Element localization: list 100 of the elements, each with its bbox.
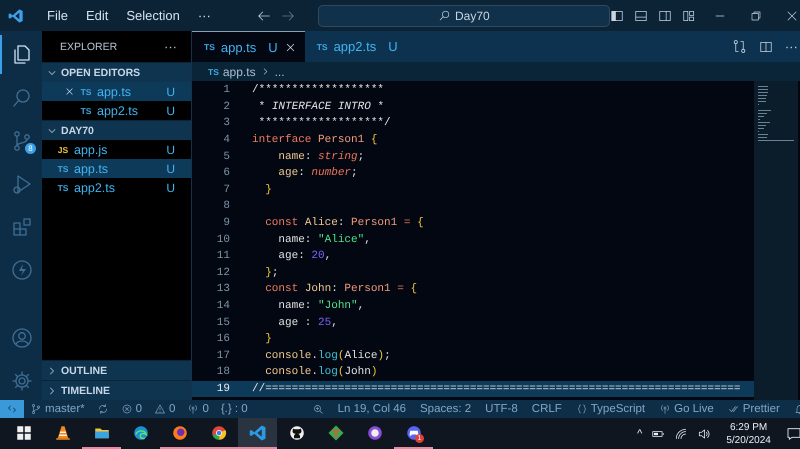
- file-name[interactable]: app.js: [74, 142, 162, 156]
- more-actions-button[interactable]: ···: [164, 39, 177, 54]
- status-item[interactable]: 0: [148, 400, 182, 418]
- untracked-status: U: [166, 84, 175, 98]
- editor-tab[interactable]: TS app.ts U: [192, 31, 305, 62]
- line-number: 18: [216, 366, 230, 378]
- notification-icon[interactable]: [786, 426, 800, 442]
- remote-icon: [6, 403, 18, 415]
- clock[interactable]: 6:29 PM 5/20/2024: [726, 420, 771, 446]
- file-row[interactable]: TS app.ts U: [42, 82, 191, 101]
- line-number: 14: [216, 300, 230, 312]
- status-item[interactable]: 0: [181, 400, 215, 418]
- line-number: 5: [222, 150, 230, 163]
- code-line: *******************/: [258, 117, 391, 130]
- gamepad-icon: [404, 424, 422, 442]
- file-type-icon: JS: [56, 144, 70, 154]
- code-line: age: 20,: [277, 250, 332, 262]
- code-line: //========================================================================: [252, 382, 740, 395]
- sidebar-title: EXPLORER: [60, 40, 118, 52]
- status-item[interactable]: master*: [24, 400, 91, 418]
- line-number: 15: [216, 316, 230, 329]
- code-line: /*******************: [252, 84, 384, 96]
- editor-tab[interactable]: TS app2.ts U: [304, 31, 425, 62]
- status-item[interactable]: 0: [114, 400, 148, 418]
- status-item[interactable]: Prettier: [722, 400, 786, 418]
- code-line: * INTERFACE INTRO *: [258, 100, 384, 113]
- file-row[interactable]: TS app2.ts U: [42, 178, 191, 197]
- untracked-status: U: [166, 180, 175, 194]
- file-row[interactable]: TS app.ts U: [42, 159, 191, 178]
- code-line: name: "Alice",: [277, 234, 371, 246]
- status-item[interactable]: Spaces: 2: [414, 400, 478, 418]
- split-editor-icon[interactable]: [758, 40, 773, 54]
- toggle-secondary-sidebar-icon[interactable]: [658, 8, 672, 22]
- file-type-icon: TS: [208, 66, 219, 76]
- layout-icon[interactable]: [682, 8, 696, 22]
- section-header[interactable]: OUTLINE: [42, 360, 191, 380]
- broadcast-icon: [659, 403, 672, 415]
- menu-item[interactable]: Edit: [76, 5, 118, 26]
- more-actions-button[interactable]: ···: [784, 39, 798, 54]
- compare-changes-icon[interactable]: [732, 39, 747, 54]
- line-number: 3: [222, 117, 230, 130]
- status-item[interactable]: Go Live: [653, 400, 720, 418]
- file-row[interactable]: TS app2.ts U: [42, 101, 191, 120]
- status-item[interactable]: CRLF: [526, 400, 568, 418]
- toggle-sidebar-icon[interactable]: [610, 8, 624, 22]
- code-line: const John: Person1 = {: [264, 283, 418, 296]
- section-header[interactable]: TIMELINE: [42, 380, 191, 400]
- file-name[interactable]: app2.ts: [74, 180, 162, 194]
- lightning-icon[interactable]: [10, 258, 34, 282]
- code-line: name: string;: [277, 150, 364, 163]
- code-line: const Alice: Person1 = {: [264, 217, 424, 230]
- line-number: 1: [222, 84, 230, 96]
- show-hidden-icons-button[interactable]: ^: [637, 428, 642, 440]
- cat-icon: [288, 424, 306, 442]
- status-item[interactable]: Ln 19, Col 46: [332, 400, 412, 418]
- status-item[interactable]: {.} : 0: [214, 400, 254, 418]
- toggle-panel-icon[interactable]: [634, 8, 648, 22]
- file-type-icon: TS: [56, 164, 70, 174]
- wifi-icon[interactable]: [674, 426, 688, 440]
- file-type-icon: TS: [79, 106, 93, 116]
- line-number: 7: [222, 184, 230, 196]
- cat-icon: [366, 424, 384, 442]
- line-number: 11: [216, 250, 230, 262]
- menu-item[interactable]: ···: [188, 5, 220, 26]
- count-badge: 8: [25, 143, 36, 154]
- breadcrumb-item[interactable]: ...: [274, 64, 285, 78]
- menu-item[interactable]: File: [38, 5, 77, 26]
- browser-icon: [210, 424, 228, 442]
- line-number: 19: [216, 382, 230, 395]
- file-name[interactable]: app.ts: [97, 84, 162, 98]
- browser-icon: [132, 424, 150, 442]
- account-icon[interactable]: [10, 326, 34, 350]
- volume-icon[interactable]: [697, 426, 712, 440]
- search-icon: [438, 9, 451, 22]
- line-number: 10: [216, 234, 230, 246]
- line-number: 17: [216, 350, 230, 362]
- command-search-field[interactable]: Day70: [318, 4, 610, 26]
- breadcrumb-item[interactable]: app.ts: [222, 64, 256, 78]
- zoom-icon: [312, 403, 324, 415]
- untracked-status: U: [166, 162, 175, 176]
- file-type-icon: TS: [56, 182, 70, 192]
- line-number: 6: [222, 167, 230, 180]
- code-line: console.log(Alice);: [264, 350, 391, 362]
- broadcast-icon: [187, 403, 200, 415]
- settings-icon[interactable]: [10, 368, 34, 392]
- close-icon[interactable]: [786, 10, 798, 22]
- braces-icon: [576, 403, 588, 415]
- code-line: age: number;: [277, 167, 358, 180]
- close-icon[interactable]: [64, 86, 75, 97]
- file-row[interactable]: JS app.js U: [42, 140, 191, 159]
- status-item[interactable]: TypeScript: [570, 400, 652, 418]
- menu-item[interactable]: Selection: [117, 5, 189, 26]
- code-line: age : 25,: [277, 316, 338, 329]
- file-name[interactable]: app.ts: [74, 162, 162, 176]
- status-item[interactable]: UTF-8: [479, 400, 524, 418]
- section-header[interactable]: DAY70: [42, 120, 191, 140]
- section-header[interactable]: OPEN EDITORS: [42, 62, 191, 82]
- file-name[interactable]: app2.ts: [97, 104, 162, 118]
- restore-icon[interactable]: [750, 10, 762, 22]
- diamond-icon: [326, 424, 344, 442]
